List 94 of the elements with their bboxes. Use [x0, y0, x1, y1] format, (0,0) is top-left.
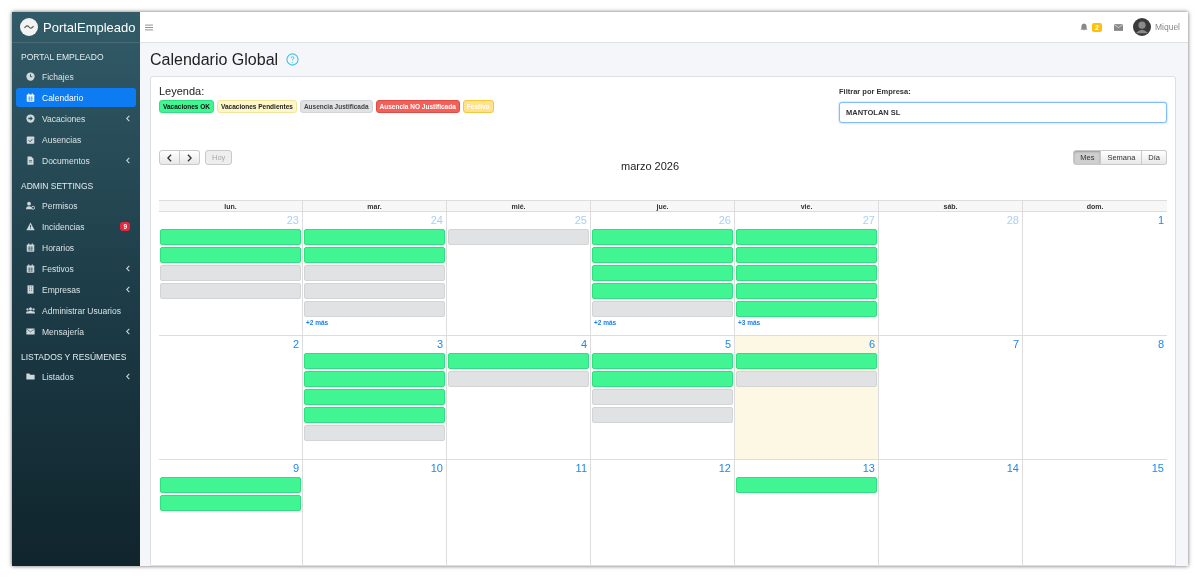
- vacation-event[interactable]: [160, 477, 301, 493]
- avatar-icon[interactable]: [1132, 18, 1151, 36]
- vacation-event[interactable]: [304, 353, 445, 369]
- vacation-event[interactable]: [736, 477, 877, 493]
- sidebar-item[interactable]: Fichajes: [16, 67, 136, 86]
- sidebar-item[interactable]: Documentos: [16, 151, 136, 170]
- absence-event[interactable]: [736, 371, 877, 387]
- day-number[interactable]: 11: [575, 462, 589, 475]
- envelope-icon[interactable]: [1113, 23, 1123, 31]
- vacation-event[interactable]: [592, 283, 733, 299]
- vacation-event[interactable]: [592, 265, 733, 281]
- vacation-event[interactable]: [736, 229, 877, 245]
- day-number[interactable]: 13: [862, 462, 877, 475]
- vacation-event[interactable]: [304, 371, 445, 387]
- users-icon: [26, 306, 35, 315]
- day-number[interactable]: 6: [868, 338, 877, 351]
- help-icon[interactable]: [286, 53, 300, 66]
- vacation-event[interactable]: [160, 495, 301, 511]
- vacation-event[interactable]: [736, 283, 877, 299]
- absence-event[interactable]: [304, 425, 445, 441]
- sidebar-item[interactable]: Horarios: [16, 238, 136, 257]
- calendar-icon: [26, 93, 35, 102]
- day-number[interactable]: 4: [580, 338, 589, 351]
- chevron-left-icon: [167, 153, 172, 162]
- day-number[interactable]: 7: [1012, 338, 1021, 351]
- sidebar-item[interactable]: Permisos: [16, 196, 136, 215]
- vacation-event[interactable]: [160, 247, 301, 263]
- vacation-event[interactable]: [592, 229, 733, 245]
- vacation-event[interactable]: [592, 371, 733, 387]
- day-number[interactable]: 15: [1151, 462, 1166, 475]
- sidebar-item[interactable]: Mensajería: [16, 322, 136, 341]
- sidebar-item[interactable]: Listados: [16, 367, 136, 386]
- day-number[interactable]: 14: [1006, 462, 1021, 475]
- bell-icon[interactable]: [1080, 23, 1089, 31]
- absence-event[interactable]: [160, 283, 301, 299]
- chevron-right-icon: [187, 153, 192, 162]
- calendar-title: marzo 2026: [620, 159, 681, 172]
- section-heading: LISTADOS Y RESÚMENES: [20, 351, 128, 364]
- brand-name: PortalEmpleado: [43, 19, 136, 35]
- day-number[interactable]: 12: [718, 462, 733, 475]
- menu-icon[interactable]: [145, 23, 153, 31]
- vacation-event[interactable]: [736, 301, 877, 317]
- day-number[interactable]: 2: [292, 338, 301, 351]
- vacation-event[interactable]: [592, 353, 733, 369]
- folder-icon: [26, 372, 35, 381]
- logo-icon: [20, 18, 38, 36]
- next-button[interactable]: [180, 150, 200, 165]
- sidebar-item[interactable]: Festivos: [16, 259, 136, 278]
- vacation-event[interactable]: [304, 247, 445, 263]
- vacation-event[interactable]: [736, 247, 877, 263]
- day-number[interactable]: 8: [1157, 338, 1166, 351]
- absence-event[interactable]: [304, 265, 445, 281]
- calendar-check-icon: [26, 135, 35, 144]
- previous-button[interactable]: [159, 150, 180, 165]
- building-icon: [26, 285, 35, 294]
- absence-event[interactable]: [592, 407, 733, 423]
- clock-icon: [26, 72, 35, 81]
- vacation-event[interactable]: [304, 389, 445, 405]
- absence-event[interactable]: [448, 371, 589, 387]
- envelope-icon: [26, 327, 35, 336]
- absence-event[interactable]: [304, 283, 445, 299]
- calendar-icon: [26, 243, 35, 252]
- absence-event[interactable]: [160, 265, 301, 281]
- sidebar-item[interactable]: Calendario: [16, 88, 136, 107]
- user-name[interactable]: Miquel: [1154, 22, 1180, 32]
- sidebar-item[interactable]: Vacaciones: [16, 109, 136, 128]
- vacation-event[interactable]: [304, 407, 445, 423]
- section-heading: ADMIN SETTINGS: [20, 180, 95, 193]
- vacation-event[interactable]: [736, 265, 877, 281]
- vacation-event[interactable]: [736, 353, 877, 369]
- sidebar-item[interactable]: Ausencias: [16, 130, 136, 149]
- day-number[interactable]: 5: [724, 338, 733, 351]
- vacation-event[interactable]: [592, 247, 733, 263]
- vacation-event[interactable]: [160, 229, 301, 245]
- warning-icon: [26, 222, 35, 231]
- user-gear-icon: [26, 201, 35, 210]
- absence-event[interactable]: [592, 301, 733, 317]
- absence-event[interactable]: [304, 301, 445, 317]
- day-number[interactable]: 10: [430, 462, 445, 475]
- page-title: Calendario Global: [150, 50, 279, 69]
- absence-event[interactable]: [592, 389, 733, 405]
- sidebar-item[interactable]: Administrar Usuarios: [16, 301, 136, 320]
- arrow-icon: [26, 114, 35, 123]
- file-icon: [26, 156, 35, 165]
- absence-event[interactable]: [448, 229, 589, 245]
- vacation-event[interactable]: [448, 353, 589, 369]
- legend-title: Leyenda:: [159, 85, 206, 97]
- day-number[interactable]: 9: [292, 462, 301, 475]
- calendar-icon: [26, 264, 35, 273]
- day-number[interactable]: 1: [1157, 214, 1166, 227]
- day-number[interactable]: 3: [436, 338, 445, 351]
- sidebar-item[interactable]: Empresas: [16, 280, 136, 299]
- vacation-event[interactable]: [304, 229, 445, 245]
- section-heading: PORTAL EMPLEADO: [20, 51, 105, 64]
